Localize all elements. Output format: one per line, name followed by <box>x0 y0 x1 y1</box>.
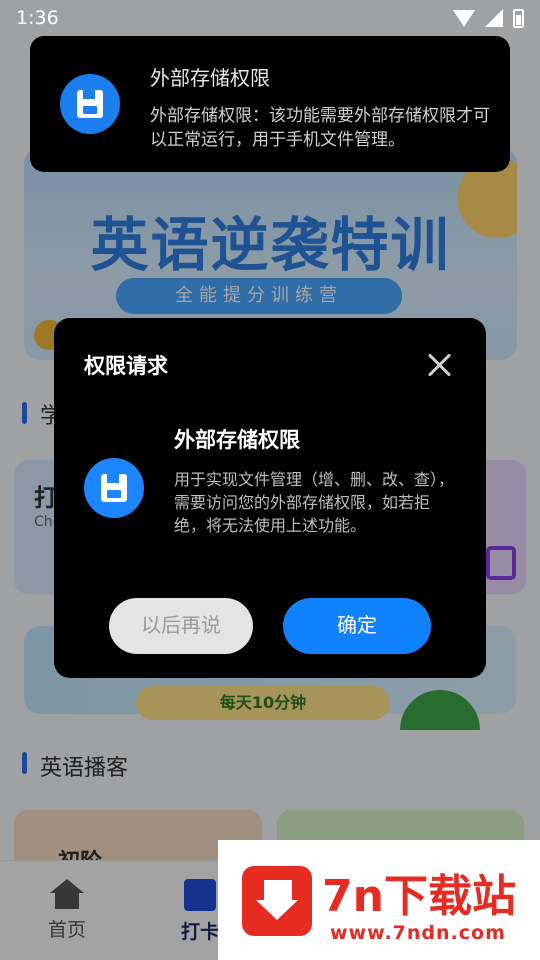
toast-description: 外部存储权限：该功能需要外部存储权限才可以正常运行，用于手机文件管理。 <box>150 106 490 150</box>
wifi-icon <box>453 9 475 27</box>
permission-dialog: 权限请求 外部存储权限 用于实现文件管理（增、删、改、查），需要访问您的外部存储… <box>54 318 486 678</box>
close-icon[interactable] <box>424 350 454 380</box>
status-bar: 1:36 <box>0 0 540 36</box>
status-time: 1:36 <box>16 7 59 29</box>
dialog-title: 权限请求 <box>84 354 168 378</box>
permission-toast: 外部存储权限 外部存储权限：该功能需要外部存储权限才可以正常运行，用于手机文件管… <box>30 36 510 172</box>
download-logo-icon <box>242 866 312 936</box>
watermark-url: www.7ndn.com <box>330 922 506 944</box>
permission-title: 外部存储权限 <box>174 428 300 452</box>
battery-icon <box>513 8 524 28</box>
status-icons <box>453 8 524 28</box>
confirm-button[interactable]: 确定 <box>283 598 431 654</box>
save-icon <box>60 74 120 134</box>
watermark: 7n下载站 www.7ndn.com <box>218 840 540 960</box>
signal-icon <box>485 9 503 27</box>
save-icon <box>84 458 144 518</box>
later-button[interactable]: 以后再说 <box>109 598 253 654</box>
permission-description: 用于实现文件管理（增、删、改、查），需要访问您的外部存储权限，如若拒绝，将无法使… <box>174 470 455 535</box>
toast-title: 外部存储权限 <box>150 66 270 90</box>
watermark-brand: 7n下载站 <box>322 871 516 922</box>
